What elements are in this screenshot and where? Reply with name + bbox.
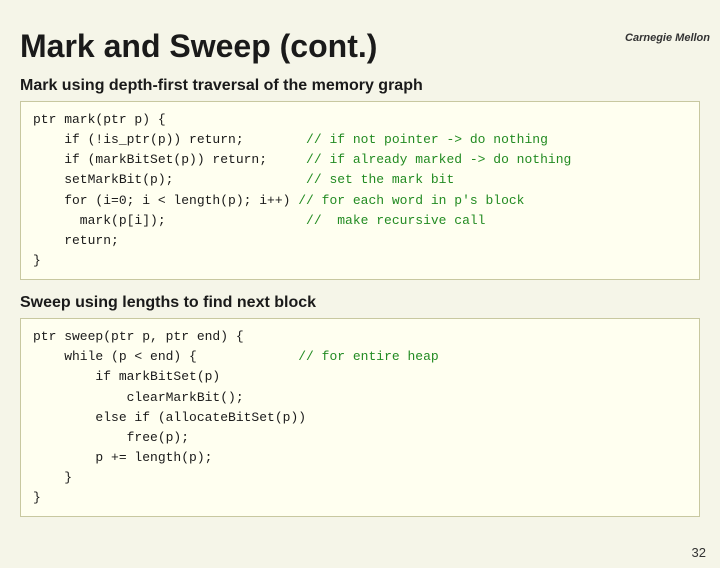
code-line: } bbox=[33, 251, 687, 271]
code-line: if (markBitSet(p)) return; // if already… bbox=[33, 150, 687, 170]
cmu-logo: Carnegie Mellon bbox=[625, 32, 710, 44]
code-line: free(p); bbox=[33, 428, 687, 448]
code-line: setMarkBit(p); // set the mark bit bbox=[33, 170, 687, 190]
code-line: ptr sweep(ptr p, ptr end) { bbox=[33, 327, 687, 347]
code-line: if markBitSet(p) bbox=[33, 367, 687, 387]
code-line: if (!is_ptr(p)) return; // if not pointe… bbox=[33, 130, 687, 150]
code-line: ptr mark(ptr p) { bbox=[33, 110, 687, 130]
section2-title: Sweep using lengths to find next block bbox=[20, 294, 700, 312]
code-line: } bbox=[33, 468, 687, 488]
code-line: while (p < end) { // for entire heap bbox=[33, 347, 687, 367]
code-line: else if (allocateBitSet(p)) bbox=[33, 408, 687, 428]
page-number: 32 bbox=[692, 545, 706, 560]
code-block-sweep: ptr sweep(ptr p, ptr end) { while (p < e… bbox=[20, 318, 700, 517]
code-line: for (i=0; i < length(p); i++) // for eac… bbox=[33, 191, 687, 211]
code-line: mark(p[i]); // make recursive call bbox=[33, 211, 687, 231]
code-line: } bbox=[33, 488, 687, 508]
code-line: clearMarkBit(); bbox=[33, 388, 687, 408]
code-line: p += length(p); bbox=[33, 448, 687, 468]
code-block-mark: ptr mark(ptr p) { if (!is_ptr(p)) return… bbox=[20, 101, 700, 280]
page-title: Mark and Sweep (cont.) bbox=[20, 28, 700, 65]
code-line: return; bbox=[33, 231, 687, 251]
section1-title: Mark using depth-first traversal of the … bbox=[20, 77, 700, 95]
